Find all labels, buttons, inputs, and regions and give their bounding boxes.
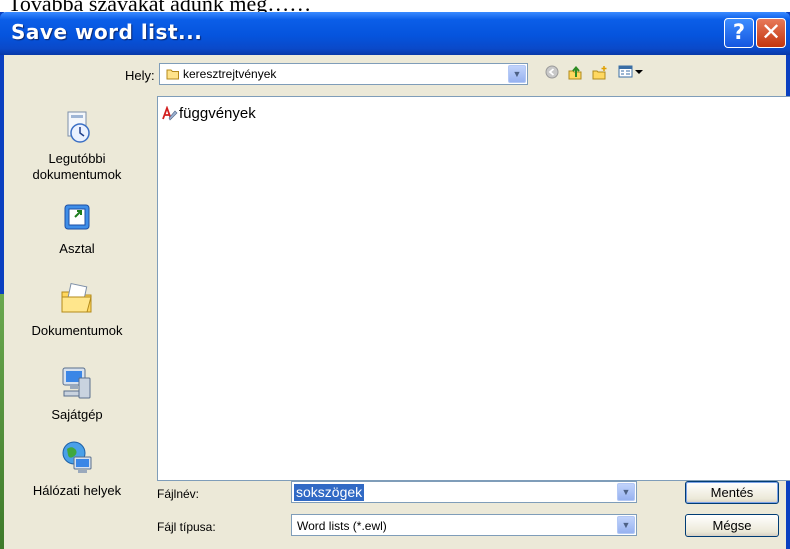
filename-value[interactable]: sokszögek [294, 484, 365, 501]
help-button[interactable]: ? [724, 18, 754, 48]
location-value: keresztrejtvények [183, 67, 277, 81]
place-my-documents-label: Dokumentumok [31, 323, 123, 338]
dialog-title: Save word list... [11, 20, 203, 44]
view-menu-icon[interactable] [618, 65, 644, 82]
place-recent[interactable]: Legutóbbi dokumentumok [4, 110, 150, 183]
place-network-label: Hálózati helyek [32, 483, 122, 498]
place-desktop-label: Asztal [59, 241, 95, 256]
place-my-computer-label: Sajátgép [51, 407, 103, 422]
network-places-icon [4, 440, 150, 479]
places-bar: Legutóbbi dokumentumok Asztal Dokumentum… [4, 98, 150, 508]
up-folder-icon[interactable] [567, 65, 583, 84]
my-computer-icon [4, 366, 150, 403]
place-my-documents[interactable]: Dokumentumok [4, 280, 150, 339]
back-icon[interactable] [545, 65, 559, 82]
location-label: Hely: [125, 68, 155, 83]
file-list[interactable]: függvények [157, 96, 790, 481]
filetype-select[interactable]: Word lists (*.ewl) ▼ [291, 514, 637, 536]
filename-label: Fájlnév: [157, 487, 200, 501]
cancel-button[interactable]: Mégse [685, 514, 779, 537]
filename-field[interactable]: sokszögek ▼ [291, 481, 637, 503]
recent-documents-icon [4, 110, 150, 147]
place-my-computer[interactable]: Sajátgép [4, 366, 150, 423]
chevron-down-icon[interactable]: ▼ [508, 65, 526, 83]
place-network[interactable]: Hálózati helyek [4, 440, 150, 499]
folder-icon [166, 68, 180, 83]
place-recent-label: Legutóbbi dokumentumok [32, 151, 122, 182]
save-button[interactable]: Mentés [685, 481, 779, 504]
filetype-value: Word lists (*.ewl) [297, 519, 387, 533]
desktop-icon [4, 202, 150, 237]
wordlist-file-icon [162, 105, 178, 124]
chevron-down-icon[interactable]: ▼ [617, 483, 635, 501]
new-folder-icon[interactable] [592, 65, 608, 84]
filetype-label: Fájl típusa: [157, 520, 216, 534]
close-button[interactable]: ✕ [756, 18, 786, 48]
file-name: függvények [179, 105, 256, 122]
location-combo[interactable]: keresztrejtvények ▼ [159, 63, 528, 85]
title-bar[interactable]: Save word list... ? ✕ [0, 12, 790, 55]
place-desktop[interactable]: Asztal [4, 202, 150, 257]
save-dialog: Save word list... ? ✕ Hely: keresztrejtv… [0, 12, 790, 549]
my-documents-icon [4, 280, 150, 319]
chevron-down-icon[interactable]: ▼ [617, 516, 635, 534]
